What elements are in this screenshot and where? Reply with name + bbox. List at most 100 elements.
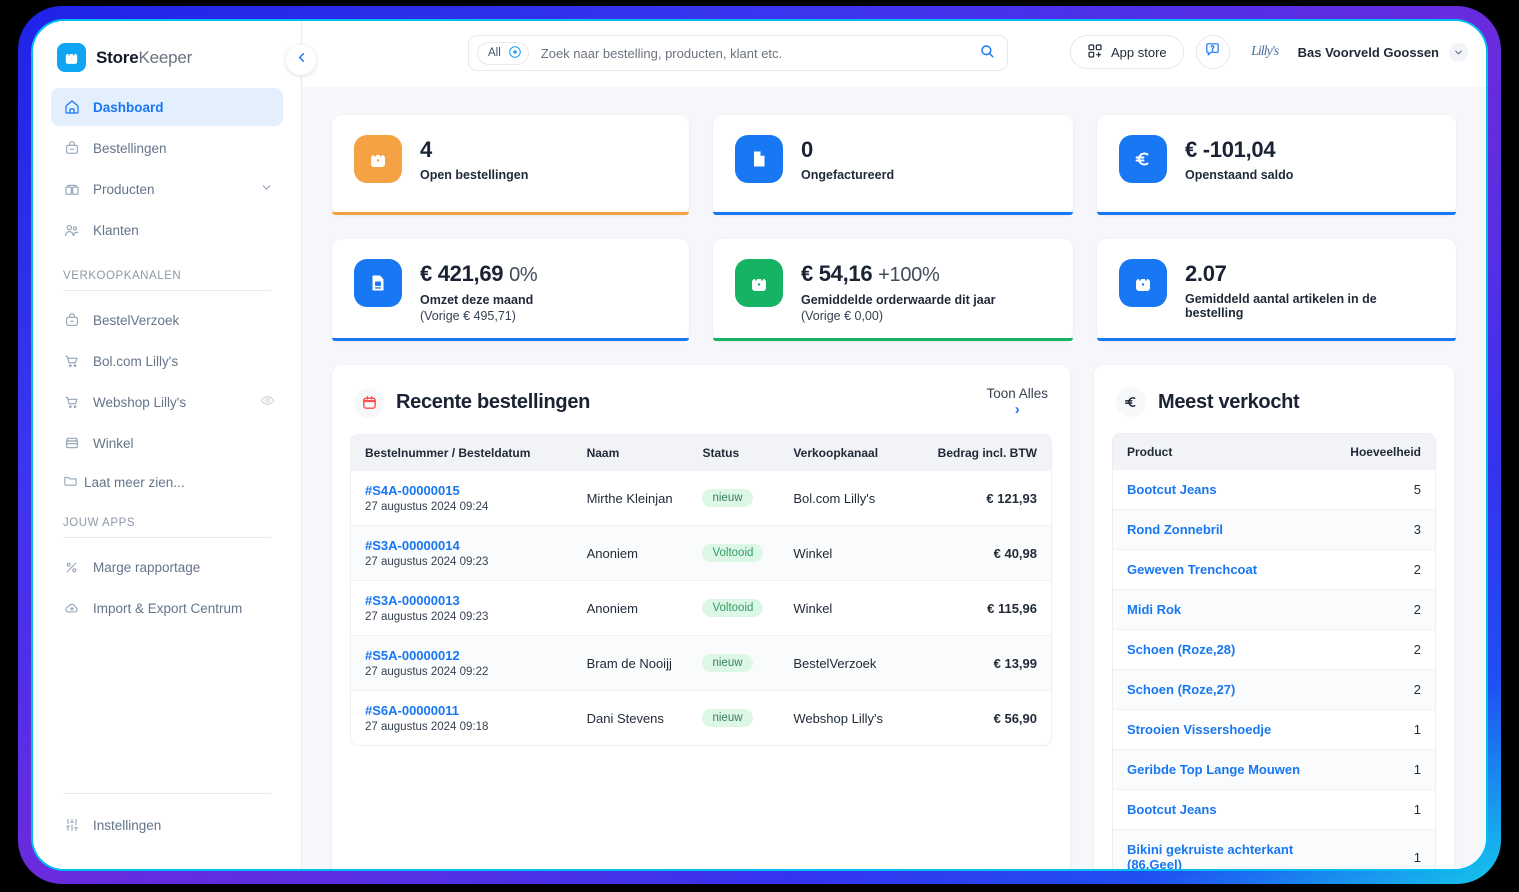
stat-card-open-bestellingen[interactable]: 4 Open bestellingen xyxy=(332,115,689,215)
product-link[interactable]: Strooien Vissershoedje xyxy=(1127,722,1271,737)
sidebar-item-label: Bol.com Lilly's xyxy=(93,353,179,369)
sidebar-item-winkel[interactable]: Winkel xyxy=(51,424,283,462)
sidebar-item-bolcom-lillys[interactable]: Bol.com Lilly's xyxy=(51,342,283,380)
folder-icon xyxy=(63,473,78,491)
order-number-link[interactable]: #S5A-00000012 xyxy=(365,648,559,663)
order-number-link[interactable]: #S3A-00000013 xyxy=(365,593,559,608)
cell-product: Strooien Vissershoedje xyxy=(1113,710,1336,750)
eye-icon[interactable] xyxy=(260,393,275,411)
product-link[interactable]: Bootcut Jeans xyxy=(1127,482,1217,497)
sidebar-item-import-export-centrum[interactable]: Import & Export Centrum xyxy=(51,589,283,627)
sidebar-item-bestellingen[interactable]: Bestellingen xyxy=(51,129,283,167)
cell-name: Anoniem xyxy=(586,545,638,561)
order-bag-icon xyxy=(63,140,80,157)
cell-qty: 2 xyxy=(1413,602,1421,617)
sidebar-item-webshop-lillys[interactable]: Webshop Lilly's xyxy=(51,383,283,421)
cell-qty: 1 xyxy=(1413,802,1421,817)
table-row[interactable]: #S6A-00000011 27 augustus 2024 09:18 Dan… xyxy=(351,690,1051,746)
status-badge: Voltooid xyxy=(702,544,764,563)
cell-channel: Webshop Lilly's xyxy=(793,710,883,726)
stat-card-openstaand-saldo[interactable]: € -101,04 Openstaand saldo xyxy=(1097,115,1456,215)
user-menu[interactable]: Lilly's Bas Voorveld Goossen xyxy=(1242,42,1468,62)
sidebar-item-producten[interactable]: Producten xyxy=(51,170,283,208)
sidebar-item-klanten[interactable]: Klanten xyxy=(51,211,283,249)
device-frame-inner: StoreKeeper Dashboard Bestellingen Produ… xyxy=(31,19,1488,871)
cell-qty: 5 xyxy=(1413,482,1421,497)
sidebar-collapse-button[interactable] xyxy=(286,45,316,75)
sidebar-item-label: BestelVerzoek xyxy=(93,312,180,328)
list-item[interactable]: Strooien Vissershoedje 1 xyxy=(1113,709,1435,750)
product-link[interactable]: Geribde Top Lange Mouwen xyxy=(1127,762,1300,777)
recent-orders-panel: Recente bestellingen Toon Alles › Bestel xyxy=(332,365,1070,869)
list-item[interactable]: Midi Rok 2 xyxy=(1113,589,1435,630)
search-icon[interactable] xyxy=(979,43,995,64)
sidebar-footer: Instellingen xyxy=(33,793,301,869)
cell-order: #S5A-00000012 27 augustus 2024 09:22 xyxy=(351,636,573,691)
sidebar-item-label: Klanten xyxy=(93,222,139,238)
sidebar-item-marge-rapportage[interactable]: Marge rapportage xyxy=(51,548,283,586)
sidebar-item-label: Webshop Lilly's xyxy=(93,394,187,410)
list-item[interactable]: Geweven Trenchcoat 2 xyxy=(1113,549,1435,590)
order-number-link[interactable]: #S6A-00000011 xyxy=(365,703,559,718)
sidebar-item-label: Instellingen xyxy=(93,817,162,833)
list-item[interactable]: Schoen (Roze,28) 2 xyxy=(1113,629,1435,670)
sidebar-group-verkoopkanalen: VERKOOPKANALEN xyxy=(63,270,182,282)
target-icon xyxy=(508,45,522,62)
chevron-down-icon[interactable] xyxy=(260,181,273,197)
product-link[interactable]: Geweven Trenchcoat xyxy=(1127,562,1257,577)
product-link[interactable]: Rond Zonnebril xyxy=(1127,522,1223,537)
global-search[interactable]: All xyxy=(468,35,1008,71)
product-link[interactable]: Midi Rok xyxy=(1127,602,1181,617)
order-number-link[interactable]: #S3A-00000014 xyxy=(365,538,559,553)
chevron-right-icon: › xyxy=(1014,400,1020,418)
product-link[interactable]: Schoen (Roze,28) xyxy=(1127,642,1235,657)
calendar-red-icon xyxy=(354,387,384,418)
bag-icon xyxy=(57,43,86,72)
table-row[interactable]: #S3A-00000014 27 augustus 2024 09:23 Ano… xyxy=(351,525,1051,581)
sidebar-item-dashboard[interactable]: Dashboard xyxy=(51,88,283,126)
sidebar-item-label: Producten xyxy=(93,181,155,197)
table-row[interactable]: #S5A-00000012 27 augustus 2024 09:22 Bra… xyxy=(351,635,1051,691)
show-all-orders-button[interactable]: Toon Alles › xyxy=(986,386,1048,418)
cell-qty: 1 xyxy=(1413,762,1421,777)
status-badge: nieuw xyxy=(702,489,753,508)
search-input[interactable] xyxy=(540,45,979,61)
cell-qty: 1 xyxy=(1413,722,1421,737)
list-item[interactable]: Bootcut Jeans 5 xyxy=(1113,470,1435,510)
stat-card-omzet-deze-maand[interactable]: € 421,69 0% Omzet deze maand (Vorige € 4… xyxy=(332,239,689,341)
product-link[interactable]: Schoen (Roze,27) xyxy=(1127,682,1235,697)
table-row[interactable]: #S4A-00000015 27 augustus 2024 09:24 Mir… xyxy=(351,471,1051,526)
table-row[interactable]: #S3A-00000013 27 augustus 2024 09:23 Ano… xyxy=(351,580,1051,636)
list-item[interactable]: Bootcut Jeans 1 xyxy=(1113,789,1435,830)
stat-delta: 0% xyxy=(509,264,538,286)
cell-status: nieuw xyxy=(688,691,779,746)
cell-status: Voltooid xyxy=(688,581,779,636)
lillys-logo: Lilly's xyxy=(1251,44,1279,59)
list-item[interactable]: Rond Zonnebril 3 xyxy=(1113,509,1435,550)
cell-amount: € 121,93 xyxy=(986,490,1037,506)
brand-logo-block[interactable]: StoreKeeper xyxy=(33,21,301,88)
product-link[interactable]: Bootcut Jeans xyxy=(1127,802,1217,817)
sidebar-nav: Dashboard Bestellingen Producten Klanten… xyxy=(33,88,301,793)
app-store-button[interactable]: App store xyxy=(1069,35,1184,69)
stat-card-ongefactureerd[interactable]: 0 Ongefactureerd xyxy=(713,115,1073,215)
help-button[interactable] xyxy=(1195,35,1230,69)
stat-card-gemiddelde-orderwaarde[interactable]: € 54,16 +100% Gemiddelde orderwaarde dit… xyxy=(713,239,1073,341)
order-number-link[interactable]: #S4A-00000015 xyxy=(365,483,559,498)
list-item[interactable]: Geribde Top Lange Mouwen 1 xyxy=(1113,749,1435,790)
search-scope-selector[interactable]: All xyxy=(477,41,529,65)
chevron-down-icon[interactable] xyxy=(1449,42,1468,62)
list-item[interactable]: Bikini gekruiste achterkant (86,Geel) 1 xyxy=(1113,829,1435,869)
sidebar-item-instellingen[interactable]: Instellingen xyxy=(51,806,283,844)
cart-icon xyxy=(63,394,80,411)
stat-sub: (Vorige € 495,71) xyxy=(420,309,516,323)
list-item[interactable]: Schoen (Roze,27) 2 xyxy=(1113,669,1435,710)
best-sellers-table-body: Bootcut Jeans 5 Rond Zonnebril 3 Geweven T… xyxy=(1113,470,1435,869)
order-date: 27 augustus 2024 09:22 xyxy=(365,666,489,679)
sidebar-item-bestelverzoek[interactable]: BestelVerzoek xyxy=(51,301,283,339)
stat-card-gemiddeld-aantal-artikelen[interactable]: 2.07 Gemiddeld aantal artikelen in de be… xyxy=(1097,239,1456,341)
brand-name-light: Keeper xyxy=(138,47,193,67)
dashboard-panels: Recente bestellingen Toon Alles › Bestel xyxy=(332,365,1456,869)
product-link[interactable]: Bikini gekruiste achterkant (86,Geel) xyxy=(1127,842,1293,869)
sidebar-item-show-more[interactable]: Laat meer zien... xyxy=(51,465,283,499)
